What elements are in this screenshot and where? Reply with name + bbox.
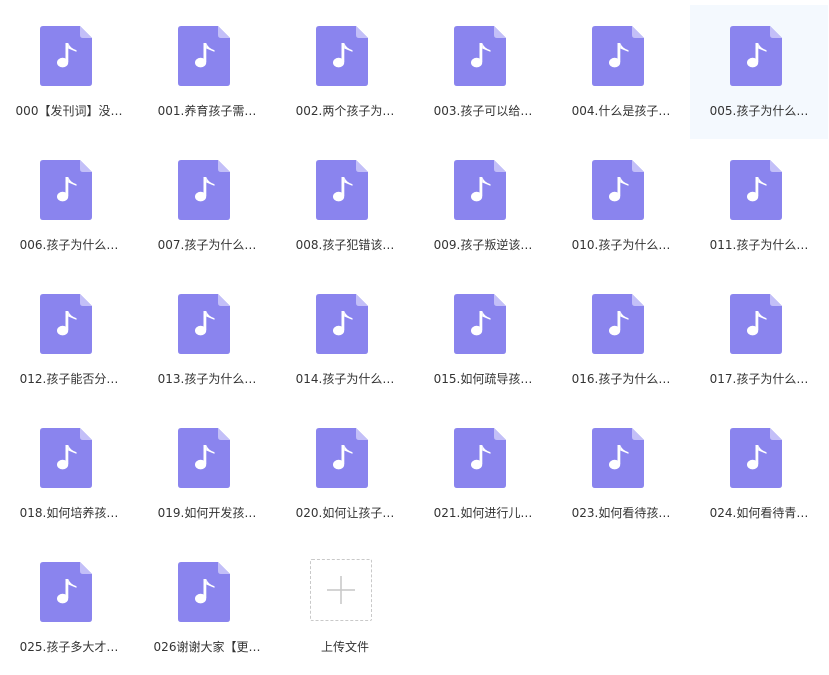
- file-name: 004.什么是孩子…: [571, 104, 671, 118]
- music-file-icon: [454, 294, 506, 354]
- music-file-icon: [40, 160, 92, 220]
- music-file-icon: [592, 428, 644, 488]
- music-file-icon: [730, 428, 782, 488]
- file-item[interactable]: 013.孩子为什么…: [138, 273, 276, 407]
- file-name: 009.孩子叛逆该…: [433, 238, 533, 252]
- music-file-icon: [178, 428, 230, 488]
- file-item[interactable]: 021.如何进行儿…: [414, 407, 552, 541]
- music-file-icon: [40, 428, 92, 488]
- music-file-icon: [730, 294, 782, 354]
- file-name: 025.孩子多大才…: [19, 640, 119, 654]
- music-file-icon: [40, 26, 92, 86]
- file-name: 011.孩子为什么…: [709, 238, 809, 252]
- file-name: 008.孩子犯错该…: [295, 238, 395, 252]
- music-file-icon: [592, 294, 644, 354]
- file-item[interactable]: 000【发刊词】没…: [0, 5, 138, 139]
- file-name: 006.孩子为什么…: [19, 238, 119, 252]
- file-name: 002.两个孩子为…: [295, 104, 395, 118]
- file-item[interactable]: 008.孩子犯错该…: [276, 139, 414, 273]
- file-item[interactable]: 023.如何看待孩…: [552, 407, 690, 541]
- file-name: 020.如何让孩子…: [295, 506, 395, 520]
- music-file-icon: [316, 26, 368, 86]
- file-item[interactable]: 001.养育孩子需…: [138, 5, 276, 139]
- music-file-icon: [730, 160, 782, 220]
- music-file-icon: [40, 294, 92, 354]
- file-item[interactable]: 005.孩子为什么…: [690, 5, 828, 139]
- file-item[interactable]: 016.孩子为什么…: [552, 273, 690, 407]
- music-file-icon: [40, 562, 92, 622]
- music-file-icon: [178, 160, 230, 220]
- file-item[interactable]: 025.孩子多大才…: [0, 541, 138, 675]
- file-name: 026谢谢大家【更…: [153, 640, 261, 654]
- music-file-icon: [454, 26, 506, 86]
- file-name: 013.孩子为什么…: [157, 372, 257, 386]
- file-item[interactable]: 019.如何开发孩…: [138, 407, 276, 541]
- file-name: 012.孩子能否分…: [19, 372, 119, 386]
- file-name: 005.孩子为什么…: [709, 104, 809, 118]
- upload-file-label: 上传文件: [320, 640, 369, 654]
- file-name: 000【发刊词】没…: [15, 104, 123, 118]
- file-name: 007.孩子为什么…: [157, 238, 257, 252]
- music-file-icon: [730, 26, 782, 86]
- file-name: 014.孩子为什么…: [295, 372, 395, 386]
- music-file-icon: [178, 294, 230, 354]
- music-file-icon: [592, 26, 644, 86]
- upload-file-tile[interactable]: 上传文件: [276, 541, 414, 675]
- file-name: 015.如何疏导孩…: [433, 372, 533, 386]
- file-name: 018.如何培养孩…: [19, 506, 119, 520]
- music-file-icon: [316, 160, 368, 220]
- file-item[interactable]: 012.孩子能否分…: [0, 273, 138, 407]
- file-item[interactable]: 006.孩子为什么…: [0, 139, 138, 273]
- file-item[interactable]: 018.如何培养孩…: [0, 407, 138, 541]
- file-item[interactable]: 011.孩子为什么…: [690, 139, 828, 273]
- file-name: 001.养育孩子需…: [157, 104, 257, 118]
- file-name: 016.孩子为什么…: [571, 372, 671, 386]
- music-file-icon: [316, 294, 368, 354]
- file-name: 017.孩子为什么…: [709, 372, 809, 386]
- music-file-icon: [178, 562, 230, 622]
- music-file-icon: [454, 160, 506, 220]
- file-item[interactable]: 014.孩子为什么…: [276, 273, 414, 407]
- plus-icon: [327, 576, 355, 604]
- file-item[interactable]: 007.孩子为什么…: [138, 139, 276, 273]
- file-name: 021.如何进行儿…: [433, 506, 533, 520]
- music-file-icon: [592, 160, 644, 220]
- file-item[interactable]: 002.两个孩子为…: [276, 5, 414, 139]
- file-item[interactable]: 010.孩子为什么…: [552, 139, 690, 273]
- file-item[interactable]: 004.什么是孩子…: [552, 5, 690, 139]
- file-item[interactable]: 017.孩子为什么…: [690, 273, 828, 407]
- upload-file-button[interactable]: [310, 559, 372, 621]
- file-item[interactable]: 026谢谢大家【更…: [138, 541, 276, 675]
- music-file-icon: [178, 26, 230, 86]
- file-name: 010.孩子为什么…: [571, 238, 671, 252]
- file-item[interactable]: 015.如何疏导孩…: [414, 273, 552, 407]
- file-item[interactable]: 024.如何看待青…: [690, 407, 828, 541]
- file-name: 024.如何看待青…: [709, 506, 809, 520]
- music-file-icon: [316, 428, 368, 488]
- file-grid: 000【发刊词】没… 001.养育孩子需… 002.两个孩子为… 003.孩子可…: [0, 0, 829, 663]
- file-item[interactable]: 009.孩子叛逆该…: [414, 139, 552, 273]
- music-file-icon: [454, 428, 506, 488]
- file-name: 023.如何看待孩…: [571, 506, 671, 520]
- file-name: 019.如何开发孩…: [157, 506, 257, 520]
- file-item[interactable]: 020.如何让孩子…: [276, 407, 414, 541]
- file-item[interactable]: 003.孩子可以给…: [414, 5, 552, 139]
- file-name: 003.孩子可以给…: [433, 104, 533, 118]
